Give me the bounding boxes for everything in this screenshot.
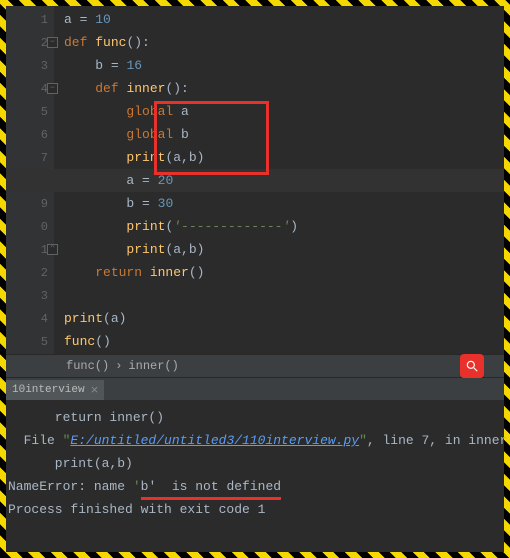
code-line: print(a) [64, 307, 504, 330]
line-number: 1 [34, 13, 48, 27]
line-number: 9 [34, 197, 48, 211]
console-output[interactable]: return inner() File "E:/untitled/untitle… [6, 400, 504, 527]
annotation-underline: b' is not defined [141, 475, 281, 498]
line-number: 2 [34, 36, 48, 50]
console-line: print(a,b) [8, 452, 502, 475]
code-line: b = 30 [64, 192, 504, 215]
code-area[interactable]: a = 10 def func(): b = 16 def inner(): g… [54, 6, 504, 354]
code-line: b = 16 [64, 54, 504, 77]
code-line: print('-------------') [64, 215, 504, 238]
search-button[interactable] [460, 354, 484, 378]
line-number: 4 [34, 82, 48, 96]
code-line-current: a = 20 [64, 169, 504, 192]
code-line: return inner() [64, 261, 504, 284]
line-number: 3 [34, 59, 48, 73]
line-number: 2 [34, 266, 48, 280]
chevron-right-icon: › [115, 359, 122, 373]
line-number: 1 [34, 243, 48, 257]
breadcrumb: func() › inner() [6, 354, 504, 378]
line-number: 7 [34, 151, 48, 165]
console-tab[interactable]: 10interview × [6, 380, 104, 400]
code-line [64, 284, 504, 307]
line-number: 3 [34, 289, 48, 303]
code-line: print(a,b) [64, 146, 504, 169]
console-line: return inner() [8, 406, 502, 429]
tab-label: 10interview [12, 384, 85, 396]
line-number: 6 [34, 128, 48, 142]
code-line: def func(): [64, 31, 504, 54]
console-tab-bar: 10interview × [6, 378, 504, 400]
breadcrumb-item[interactable]: inner() [128, 359, 178, 373]
code-line: global b [64, 123, 504, 146]
code-editor[interactable]: 1 2− 3 4− 5 6 7 8⌃ 9 0 1⌃ 2 3 4 5 a = 10… [6, 6, 504, 354]
search-icon [465, 359, 479, 373]
code-line: print(a,b) [64, 238, 504, 261]
line-number: 5 [34, 335, 48, 349]
line-number: 0 [34, 220, 48, 234]
code-line: func() [64, 330, 504, 353]
code-line: a = 10 [64, 8, 504, 31]
code-line: def inner(): [64, 77, 504, 100]
console-error-line: NameError: name 'b' is not defined [8, 475, 502, 498]
breadcrumb-item[interactable]: func() [66, 359, 109, 373]
close-icon[interactable]: × [91, 383, 99, 398]
console-line: Process finished with exit code 1 [8, 498, 502, 521]
file-path-link[interactable]: E:/untitled/untitled3/110interview.py [70, 433, 359, 448]
console-line: File "E:/untitled/untitled3/110interview… [8, 429, 502, 452]
line-number: 5 [34, 105, 48, 119]
code-line: global a [64, 100, 504, 123]
line-number: 4 [34, 312, 48, 326]
